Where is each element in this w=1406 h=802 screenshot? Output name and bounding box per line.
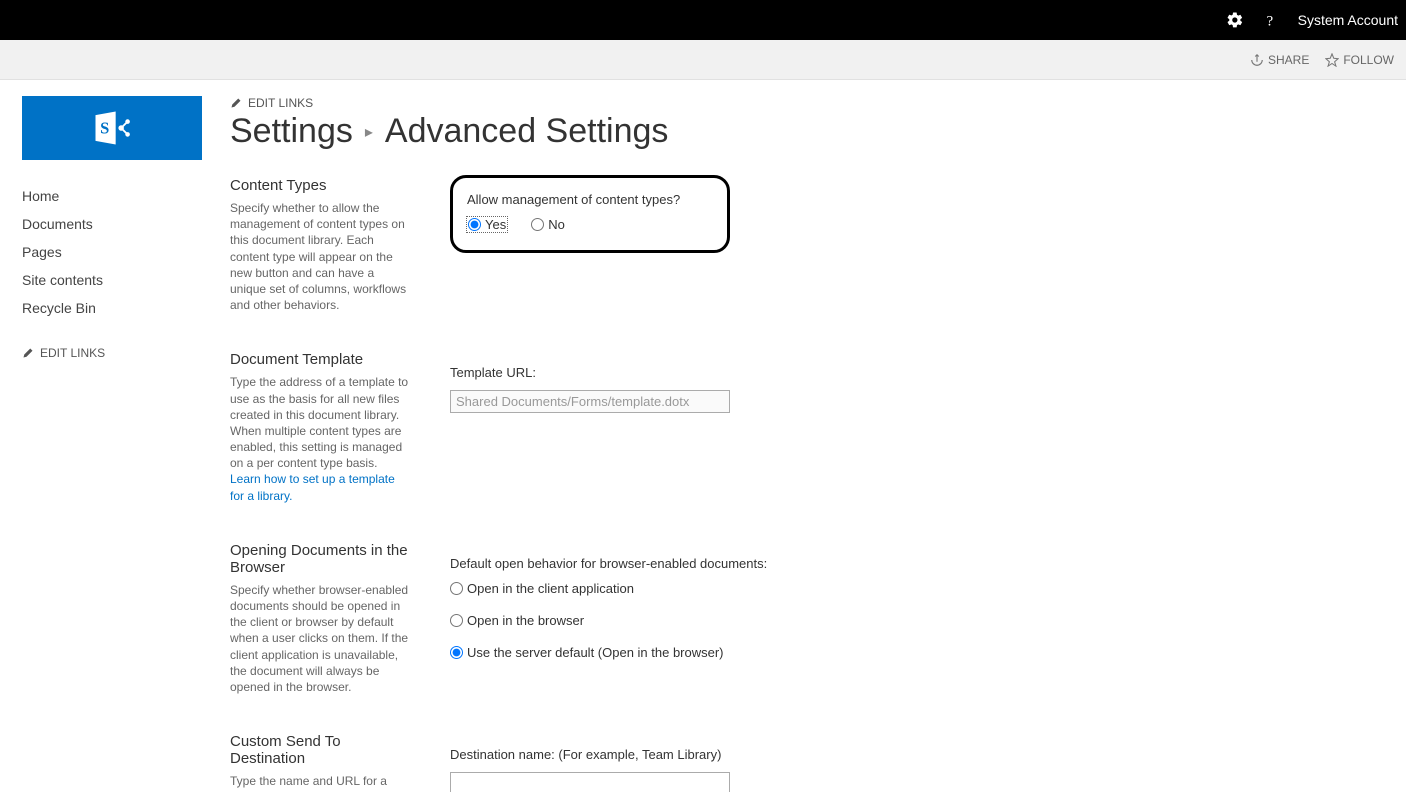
nav-edit-links[interactable]: EDIT LINKS [22,346,222,360]
breadcrumb-current: Advanced Settings [385,112,669,151]
open-client-radio[interactable] [450,582,463,595]
help-icon[interactable]: ? [1262,11,1280,29]
nav-pages[interactable]: Pages [22,238,222,266]
template-url-label: Template URL: [450,365,1406,380]
content-types-no-radio[interactable] [531,218,544,231]
top-edit-links[interactable]: EDIT LINKS [230,96,1406,110]
breadcrumb-root[interactable]: Settings [230,112,353,151]
open-browser-option[interactable]: Open in the browser [450,613,1382,628]
share-label: SHARE [1268,53,1309,67]
no-label: No [548,217,565,232]
section-send-to: Custom Send To Destination Type the name… [230,733,1406,792]
page-title: Settings ▸ Advanced Settings [230,112,1406,151]
sharepoint-logo[interactable]: S [22,96,202,160]
destination-name-input[interactable] [450,772,730,792]
left-nav: S Home Documents Pages Site contents Rec… [22,96,222,792]
nav-documents[interactable]: Documents [22,210,222,238]
nav-home[interactable]: Home [22,182,222,210]
send-to-desc: Type the name and URL for a custom Send … [230,773,410,792]
section-open-browser: Opening Documents in the Browser Specify… [230,542,1406,695]
doc-template-desc: Type the address of a template to use as… [230,374,410,504]
destination-name-label: Destination name: (For example, Team Lib… [450,747,1406,762]
content-types-yes-radio[interactable] [468,218,481,231]
doc-template-link[interactable]: Learn how to set up a template for a lib… [230,472,395,502]
section-content-types: Content Types Specify whether to allow t… [230,177,1406,313]
open-browser-radio[interactable] [450,614,463,627]
account-label[interactable]: System Account [1298,12,1398,28]
nav-recycle-bin[interactable]: Recycle Bin [22,294,222,322]
pencil-icon [230,97,242,109]
suite-bar: ? System Account [0,0,1406,40]
svg-text:S: S [100,119,109,138]
open-browser-desc: Specify whether browser-enabled document… [230,582,410,695]
content-types-yes[interactable]: Yes [467,217,507,232]
content-types-desc: Specify whether to allow the management … [230,200,410,313]
nav-site-contents[interactable]: Site contents [22,266,222,294]
gear-icon[interactable] [1226,11,1244,29]
follow-label: FOLLOW [1343,53,1394,67]
pencil-icon [22,347,34,359]
doc-template-heading: Document Template [230,351,410,368]
open-client-option[interactable]: Open in the client application [450,581,1382,596]
open-behavior-label: Default open behavior for browser-enable… [450,556,1406,571]
send-to-heading: Custom Send To Destination [230,733,410,767]
content-types-no[interactable]: No [531,217,565,232]
open-server-default-option[interactable]: Use the server default (Open in the brow… [450,645,1382,660]
follow-button[interactable]: FOLLOW [1325,53,1394,67]
svg-text:?: ? [1266,13,1273,29]
nav-edit-links-label: EDIT LINKS [40,346,105,360]
content-types-highlight: Allow management of content types? Yes N… [450,175,730,253]
content-types-heading: Content Types [230,177,410,194]
open-browser-heading: Opening Documents in the Browser [230,542,410,576]
chevron-right-icon: ▸ [365,122,373,142]
content-types-question: Allow management of content types? [467,192,713,207]
yes-label: Yes [485,217,506,232]
share-button[interactable]: SHARE [1250,53,1309,67]
ribbon-bar: SHARE FOLLOW [0,40,1406,80]
open-server-default-radio[interactable] [450,646,463,659]
main-content: EDIT LINKS Settings ▸ Advanced Settings … [222,96,1406,792]
template-url-input [450,390,730,413]
top-edit-links-label: EDIT LINKS [248,96,313,110]
section-document-template: Document Template Type the address of a … [230,351,1406,504]
